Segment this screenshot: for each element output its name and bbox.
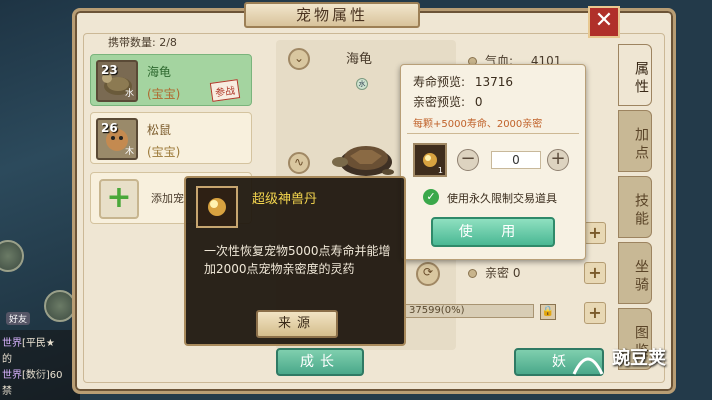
intimacy-stat: 亲密 0 bbox=[468, 264, 520, 281]
item-tooltip: 超级神兽丹 一次性恢复宠物5000点寿命并能增加2000点宠物亲密度的灵药 来源 bbox=[184, 176, 406, 346]
watermark-logo-icon bbox=[572, 357, 604, 375]
tab-attributes[interactable]: 属性 bbox=[618, 44, 652, 106]
pet-name: 海龟 bbox=[147, 65, 172, 79]
add-stat-button[interactable]: + bbox=[584, 222, 606, 244]
life-item-panel: 寿命预览: 13716 亲密预览: 0 每颗+5000寿命、2000亲密 1 −… bbox=[400, 64, 586, 260]
add-exp-button[interactable]: + bbox=[584, 302, 606, 324]
pet-level: 23 bbox=[101, 63, 118, 77]
chevron-down-icon[interactable]: ⌄ bbox=[288, 48, 310, 70]
squirrel-avatar: 26 木 bbox=[96, 118, 138, 160]
turtle-model bbox=[332, 146, 394, 176]
watermark-text: 豌豆荚 bbox=[612, 348, 666, 369]
divider bbox=[407, 133, 579, 134]
source-button[interactable]: 来源 bbox=[256, 310, 338, 338]
life-preview: 寿命预览: 13716 bbox=[413, 75, 514, 89]
pill-icon bbox=[208, 198, 226, 216]
pet-name: 松鼠 bbox=[147, 123, 172, 137]
pet-card-squirrel[interactable]: 26 木 松鼠 (宝宝) bbox=[90, 112, 252, 164]
tab-add-points[interactable]: 加点 bbox=[618, 110, 652, 172]
chat-line: 世界[平民★ bbox=[2, 338, 55, 349]
chat-line: 的 bbox=[2, 354, 12, 365]
intimacy-preview: 亲密预览: 0 bbox=[413, 95, 483, 109]
checkbox-icon[interactable]: ✓ bbox=[423, 189, 439, 205]
plus-button[interactable]: + bbox=[547, 149, 569, 171]
item-slot[interactable]: 1 bbox=[413, 143, 447, 177]
plus-icon: + bbox=[99, 179, 139, 219]
minus-button[interactable]: − bbox=[457, 149, 479, 171]
tab-mount[interactable]: 坐骑 bbox=[618, 242, 652, 304]
tooltip-item-icon bbox=[196, 186, 238, 228]
life-hint: 每颗+5000寿命、2000亲密 bbox=[413, 119, 543, 130]
add-pet-label: 添加宠 bbox=[151, 192, 184, 205]
window-title: 宠物属性 bbox=[244, 2, 420, 28]
heartbeat-icon[interactable]: ∿ bbox=[288, 152, 310, 174]
element-badge: 水 bbox=[356, 78, 368, 90]
pet-element: 水 bbox=[124, 89, 134, 99]
friend-label[interactable]: 好友 bbox=[6, 312, 31, 325]
battle-tag: 参战 bbox=[209, 79, 241, 102]
lock-icon[interactable]: 🔒 bbox=[540, 304, 556, 320]
chat-line: 禁 bbox=[2, 386, 12, 397]
use-restricted-label: 使用永久限制交易道具 bbox=[447, 192, 557, 205]
pet-element: 木 bbox=[124, 147, 134, 157]
pet-card-turtle[interactable]: 23 水 海龟 (宝宝) 参战 bbox=[90, 54, 252, 106]
pet-count-label: 携带数量: 2/8 bbox=[108, 36, 177, 49]
pet-type: (宝宝) bbox=[147, 87, 181, 101]
add-intimacy-button[interactable]: + bbox=[584, 262, 606, 284]
tooltip-desc: 一次性恢复宠物5000点寿命并能增加2000点宠物亲密度的灵药 bbox=[204, 244, 391, 276]
pet-type: (宝宝) bbox=[147, 145, 181, 159]
refresh-icon[interactable]: ⟳ bbox=[416, 262, 440, 286]
tab-skills[interactable]: 技能 bbox=[618, 176, 652, 238]
quantity-input[interactable]: 0 bbox=[491, 151, 541, 169]
growth-button[interactable]: 成长 bbox=[276, 348, 364, 376]
tooltip-title: 超级神兽丹 bbox=[252, 192, 318, 207]
pet-level: 26 bbox=[101, 121, 118, 135]
item-count: 1 bbox=[437, 166, 443, 175]
intimacy-dot-icon bbox=[468, 269, 477, 278]
pet-display-name: 海龟 bbox=[346, 52, 373, 67]
close-button[interactable]: ✕ bbox=[588, 6, 620, 38]
exp-bar: 37599(0%) bbox=[404, 304, 534, 318]
turtle-avatar: 23 水 bbox=[96, 60, 138, 102]
chat-line: 世界[数衍]60 bbox=[2, 370, 63, 381]
chat-panel[interactable]: 世界[平民★ 的 世界[数衍]60 禁 bbox=[0, 330, 80, 400]
use-button[interactable]: 使 用 bbox=[431, 217, 555, 247]
